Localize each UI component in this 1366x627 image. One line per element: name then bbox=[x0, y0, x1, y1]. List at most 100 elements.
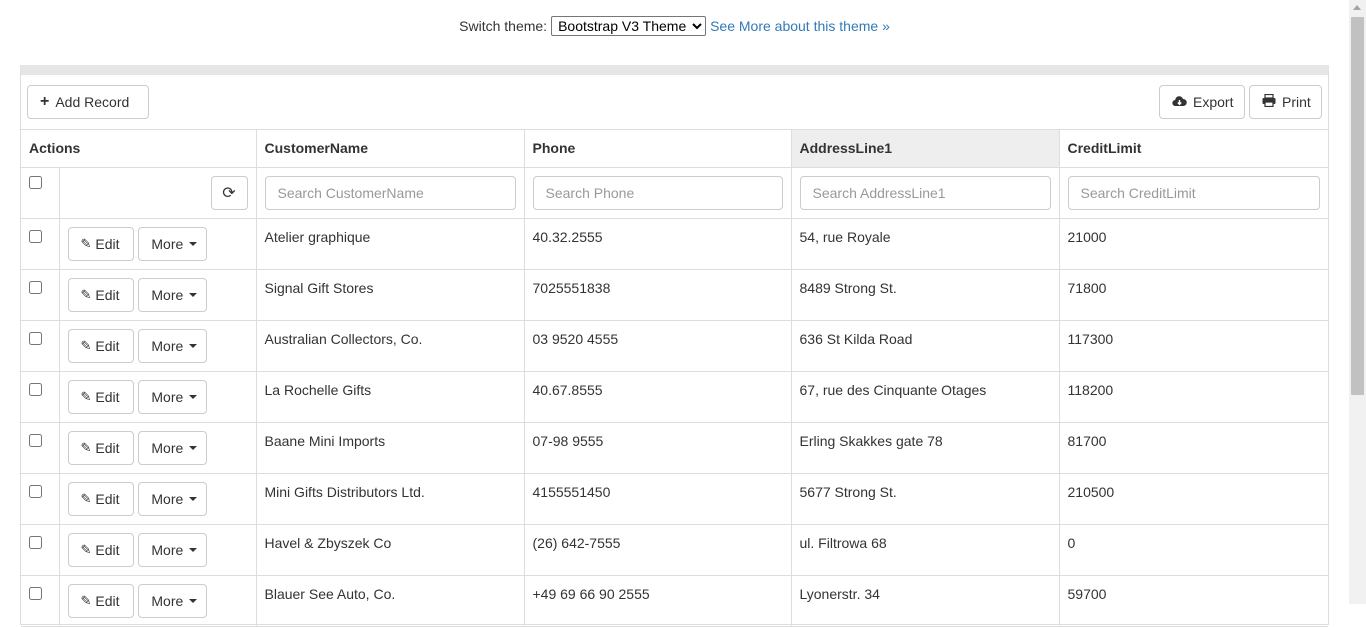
row-checkbox[interactable] bbox=[29, 485, 42, 498]
table-row[interactable]: ✎ Edit More Havel & Zbyszek Co (26) 642-… bbox=[21, 524, 1328, 576]
pencil-icon: ✎ bbox=[80, 542, 92, 557]
pencil-icon: ✎ bbox=[80, 287, 92, 302]
add-record-button[interactable]: + Add Record bbox=[27, 85, 149, 119]
credit-cell: 117300 bbox=[1058, 320, 1328, 372]
theme-more-link[interactable]: See More about this theme » bbox=[710, 18, 890, 34]
row-select-cell bbox=[21, 371, 60, 423]
table-row[interactable]: ✎ Edit More Atelier graphique 40.32.2555… bbox=[21, 218, 1328, 270]
table-row[interactable]: ✎ Edit More Mini Gifts Distributors Ltd.… bbox=[21, 473, 1328, 525]
edit-button[interactable]: ✎ Edit bbox=[67, 482, 134, 516]
edit-button[interactable]: ✎ Edit bbox=[67, 329, 134, 363]
search-address-input[interactable] bbox=[799, 176, 1051, 210]
more-label: More bbox=[151, 440, 184, 456]
row-actions-cell: ✎ Edit More bbox=[58, 524, 257, 576]
edit-button[interactable]: ✎ Edit bbox=[67, 584, 134, 618]
edit-button[interactable]: ✎ Edit bbox=[67, 227, 134, 261]
refresh-cell: ⟳ bbox=[58, 167, 257, 219]
print-label: Print bbox=[1282, 94, 1311, 110]
pencil-icon: ✎ bbox=[80, 440, 92, 455]
more-dropdown-button[interactable]: More bbox=[138, 533, 208, 567]
table-row[interactable]: ✎ Edit More Signal Gift Stores 702555183… bbox=[21, 269, 1328, 321]
row-actions-cell: ✎ Edit More bbox=[58, 320, 257, 372]
scroll-thumb[interactable] bbox=[1351, 17, 1364, 395]
customer-cell: La Rochelle Gifts bbox=[255, 371, 525, 423]
row-checkbox[interactable] bbox=[29, 281, 42, 294]
customer-cell: Baane Mini Imports bbox=[255, 422, 525, 474]
address-cell: 8489 Strong St. bbox=[790, 269, 1060, 321]
more-dropdown-button[interactable]: More bbox=[138, 380, 208, 414]
credit-cell: 0 bbox=[1058, 524, 1328, 576]
col-header-phone[interactable]: Phone bbox=[523, 129, 792, 168]
theme-select[interactable]: Bootstrap V3 Theme bbox=[551, 16, 707, 36]
table-row[interactable]: ✎ Edit More Australian Collectors, Co. 0… bbox=[21, 320, 1328, 372]
export-label: Export bbox=[1193, 94, 1234, 110]
more-dropdown-button[interactable]: More bbox=[138, 482, 208, 516]
row-checkbox[interactable] bbox=[29, 332, 42, 345]
search-phone-input[interactable] bbox=[532, 176, 783, 210]
edit-label: Edit bbox=[95, 491, 120, 507]
edit-label: Edit bbox=[95, 593, 120, 609]
credit-cell: 118200 bbox=[1058, 371, 1328, 423]
edit-label: Edit bbox=[95, 236, 120, 252]
more-dropdown-button[interactable]: More bbox=[138, 329, 208, 363]
header-row: Actions CustomerName Phone AddressLine1 … bbox=[21, 129, 1328, 168]
col-header-customer[interactable]: CustomerName bbox=[255, 129, 525, 168]
caret-down-icon bbox=[189, 497, 198, 501]
row-checkbox[interactable] bbox=[29, 587, 42, 600]
row-select-cell bbox=[21, 473, 60, 525]
more-label: More bbox=[151, 236, 184, 252]
row-checkbox[interactable] bbox=[29, 536, 42, 549]
row-checkbox[interactable] bbox=[29, 434, 42, 447]
row-actions-cell: ✎ Edit More bbox=[58, 575, 257, 627]
edit-button[interactable]: ✎ Edit bbox=[67, 431, 134, 465]
printer-icon bbox=[1262, 93, 1276, 110]
scroll-up-arrow-icon[interactable] bbox=[1353, 5, 1361, 10]
pencil-icon: ✎ bbox=[80, 338, 92, 353]
customer-cell: Australian Collectors, Co. bbox=[255, 320, 525, 372]
caret-down-icon bbox=[189, 293, 198, 297]
col-header-address[interactable]: AddressLine1 bbox=[790, 129, 1060, 168]
row-checkbox[interactable] bbox=[29, 230, 42, 243]
more-dropdown-button[interactable]: More bbox=[138, 278, 208, 312]
phone-cell: 4155551450 bbox=[523, 473, 792, 525]
col-header-credit[interactable]: CreditLimit bbox=[1058, 129, 1328, 168]
search-customer-input[interactable] bbox=[264, 176, 516, 210]
select-all-checkbox[interactable] bbox=[29, 176, 42, 189]
row-actions-cell: ✎ Edit More bbox=[58, 269, 257, 321]
page-scrollbar[interactable] bbox=[1349, 0, 1366, 604]
filter-phone-cell bbox=[523, 167, 792, 219]
customer-cell: Mini Gifts Distributors Ltd. bbox=[255, 473, 525, 525]
address-cell: Erling Skakkes gate 78 bbox=[790, 422, 1060, 474]
table-row[interactable]: ✎ Edit More Blauer See Auto, Co. +49 69 … bbox=[21, 575, 1328, 627]
more-dropdown-button[interactable]: More bbox=[138, 431, 208, 465]
phone-cell: +49 69 66 90 2555 bbox=[523, 575, 792, 627]
edit-button[interactable]: ✎ Edit bbox=[67, 278, 134, 312]
more-dropdown-button[interactable]: More bbox=[138, 227, 208, 261]
row-select-cell bbox=[21, 269, 60, 321]
print-button[interactable]: Print bbox=[1249, 85, 1322, 119]
table-row[interactable]: ✎ Edit More La Rochelle Gifts 40.67.8555… bbox=[21, 371, 1328, 423]
more-label: More bbox=[151, 491, 184, 507]
phone-cell: 03 9520 4555 bbox=[523, 320, 792, 372]
refresh-button[interactable]: ⟳ bbox=[210, 176, 248, 210]
edit-label: Edit bbox=[95, 542, 120, 558]
pencil-icon: ✎ bbox=[80, 491, 92, 506]
export-button[interactable]: Export bbox=[1159, 85, 1245, 119]
more-dropdown-button[interactable]: More bbox=[138, 584, 208, 618]
theme-switcher: Switch theme: Bootstrap V3 Theme See Mor… bbox=[0, 15, 1349, 37]
customer-cell: Blauer See Auto, Co. bbox=[255, 575, 525, 627]
edit-button[interactable]: ✎ Edit bbox=[67, 380, 134, 414]
row-checkbox[interactable] bbox=[29, 383, 42, 396]
edit-label: Edit bbox=[95, 287, 120, 303]
pencil-icon: ✎ bbox=[80, 389, 92, 404]
search-credit-input[interactable] bbox=[1067, 176, 1320, 210]
filter-row: ⟳ bbox=[21, 167, 1328, 219]
grid-body: ✎ Edit More Atelier graphique 40.32.2555… bbox=[21, 218, 1328, 627]
edit-button[interactable]: ✎ Edit bbox=[67, 533, 134, 567]
table-row[interactable]: ✎ Edit More Baane Mini Imports 07-98 955… bbox=[21, 422, 1328, 474]
address-cell: 636 St Kilda Road bbox=[790, 320, 1060, 372]
row-select-cell bbox=[21, 422, 60, 474]
address-cell: Lyonerstr. 34 bbox=[790, 575, 1060, 627]
grid-toolbar: + Add Record Export Print bbox=[21, 75, 1328, 129]
filter-address-cell bbox=[790, 167, 1060, 219]
